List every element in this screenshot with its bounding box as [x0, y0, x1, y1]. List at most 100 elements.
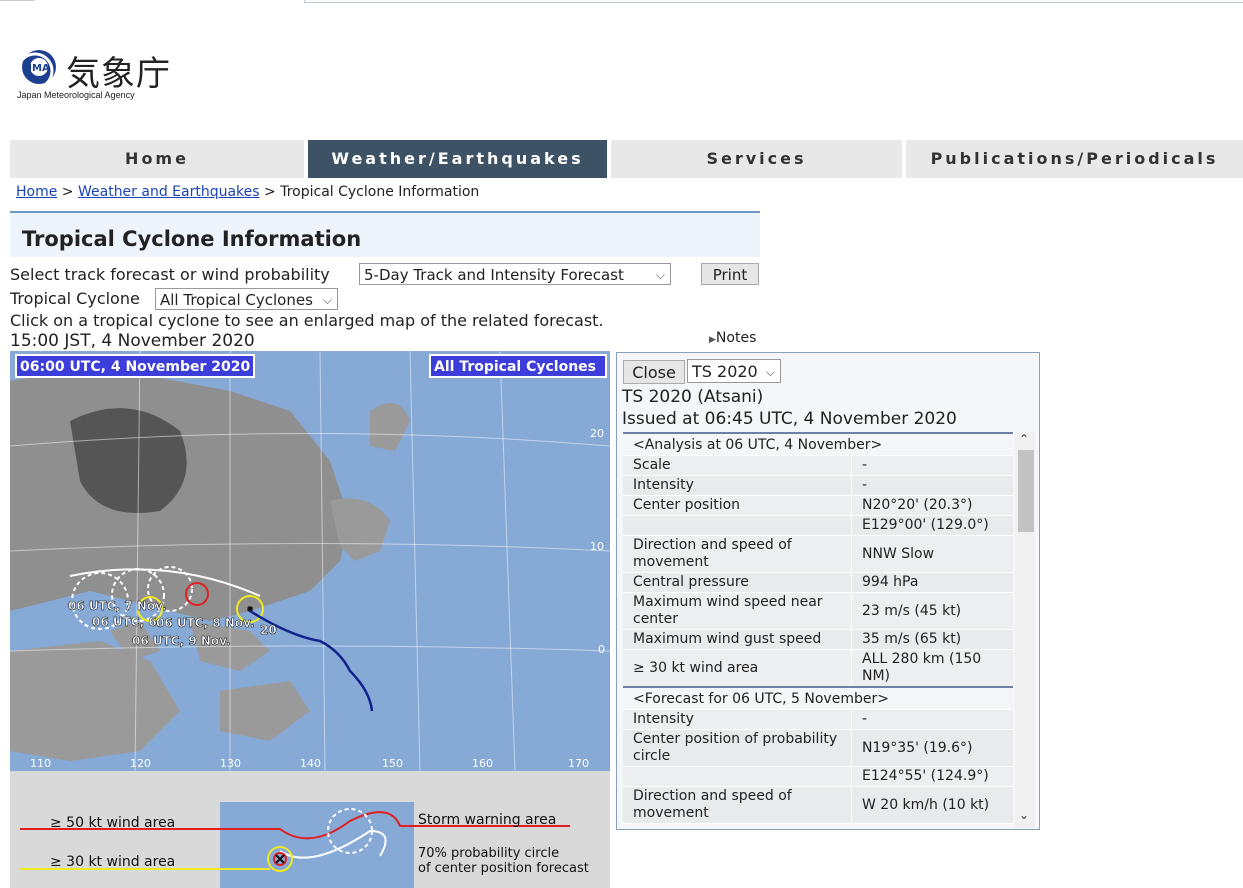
table-row: Direction and speed of movement W 20 km/h…: [623, 786, 1013, 824]
notes-link[interactable]: ▶Notes: [709, 330, 756, 346]
svg-text:JMA: JMA: [27, 63, 50, 74]
cyclone-select-value: All Tropical Cyclones: [160, 291, 313, 309]
row-key: Direction and speed of movement: [623, 535, 852, 573]
lon-label: 120: [130, 757, 151, 770]
breadcrumb-sep: >: [264, 184, 276, 200]
row-key: Center position of probability circle: [623, 729, 852, 767]
table-row: Direction and speed of movement NNW Slow: [623, 535, 1013, 573]
row-value: -: [851, 709, 1013, 730]
panel-scrollbar[interactable]: ⌃ ⌄: [1015, 432, 1035, 828]
lon-label: 140: [300, 757, 321, 770]
breadcrumb-weather-link[interactable]: Weather and Earthquakes: [78, 184, 260, 200]
row-key: Intensity: [623, 475, 852, 496]
table-row: Maximum wind speed near center 23 m/s (45…: [623, 592, 1013, 630]
nav-weather-earthquakes[interactable]: Weather/Earthquakes: [308, 140, 607, 178]
lat-label: 0: [598, 643, 605, 656]
row-key: Central pressure: [623, 572, 852, 593]
row-key: [623, 766, 852, 787]
breadcrumb-home-link[interactable]: Home: [16, 184, 57, 200]
row-key: [623, 515, 852, 536]
logo-kanji: 気象庁: [66, 54, 171, 94]
row-key: ≥ 30 kt wind area: [623, 649, 852, 688]
scroll-down-icon[interactable]: ⌄: [1019, 808, 1029, 822]
legend-prob2: of center position forecast: [418, 861, 589, 876]
ts-select[interactable]: TS 2020 ⌵: [687, 359, 781, 383]
page-title: Tropical Cyclone Information: [22, 227, 362, 251]
cyclone-select[interactable]: All Tropical Cyclones ⌵: [155, 288, 338, 310]
time-jst: 15:00 JST, 4 November 2020: [10, 331, 255, 351]
scroll-thumb[interactable]: [1018, 450, 1034, 532]
row-value: E129°00' (129.0°): [851, 515, 1013, 536]
table-row: Intensity -: [623, 709, 1013, 730]
table-row: ≥ 30 kt wind area ALL 280 km (150 NM): [623, 649, 1013, 688]
track-label: 20: [260, 623, 277, 637]
lat-label: 20: [590, 427, 604, 440]
legend-storm: Storm warning area: [418, 812, 556, 828]
lon-label: 160: [472, 757, 493, 770]
row-key: Direction and speed of movement: [623, 786, 852, 824]
nav-publications[interactable]: Publications/Periodicals: [906, 140, 1243, 178]
lon-label: 110: [30, 757, 51, 770]
forecast-header: <Forecast for 06 UTC, 5 November>: [623, 686, 1013, 710]
row-value: E124°55' (124.9°): [851, 766, 1013, 787]
map-legend: ≥ 50 kt wind area ≥ 30 kt wind area Stor…: [10, 771, 610, 888]
table-row: E124°55' (124.9°): [623, 766, 1013, 787]
table-row: Intensity -: [623, 475, 1013, 496]
forecast-select-label: Select track forecast or wind probabilit…: [10, 265, 330, 284]
chevron-down-icon: ⌵: [765, 365, 775, 379]
lat-label: 10: [590, 540, 604, 553]
table-row: E129°00' (129.0°): [623, 515, 1013, 536]
row-value: N19°35' (19.6°): [851, 729, 1013, 767]
chevron-down-icon: ⌵: [655, 268, 665, 282]
table-row: Center position of probability circle N19…: [623, 729, 1013, 767]
legend-wind30: ≥ 30 kt wind area: [50, 854, 175, 870]
row-value: 23 m/s (45 kt): [851, 592, 1013, 630]
ts-select-value: TS 2020: [692, 362, 758, 381]
logo-english: Japan Meteorological Agency: [17, 90, 135, 100]
legend-prob1: 70% probability circle: [418, 846, 559, 861]
track-label: 06 UTC, 9 Nov.: [132, 634, 231, 648]
analysis-header: <Analysis at 06 UTC, 4 November>: [623, 432, 1013, 456]
table-row: Maximum wind gust speed 35 m/s (65 kt): [623, 629, 1013, 650]
row-value: N20°20' (20.3°): [851, 495, 1013, 516]
print-button[interactable]: Print: [701, 263, 759, 285]
table-row: Center position N20°20' (20.3°): [623, 495, 1013, 516]
forecast-scrollbox[interactable]: <Analysis at 06 UTC, 4 November> Scale - …: [623, 432, 1035, 828]
row-key: Center position: [623, 495, 852, 516]
row-value: NNW Slow: [851, 535, 1013, 573]
cyclone-name: TS 2020 (Atsani): [622, 387, 764, 407]
row-value: -: [851, 455, 1013, 476]
row-value: 994 hPa: [851, 572, 1013, 593]
track-label: 06 UTC, 6: [92, 615, 157, 629]
breadcrumb-current: Tropical Cyclone Information: [280, 184, 480, 200]
map-graphic: 20 10 0 110 120 130 140 150 160 170 06:0…: [10, 351, 610, 771]
caret-right-icon: ▶: [709, 335, 716, 345]
table-row: Central pressure 994 hPa: [623, 572, 1013, 593]
nav-services[interactable]: Services: [611, 140, 902, 178]
row-key: Maximum wind speed near center: [623, 592, 852, 630]
nav-home[interactable]: Home: [10, 140, 304, 178]
breadcrumb: Home > Weather and Earthquakes > Tropica…: [16, 184, 479, 200]
issued-time: Issued at 06:45 UTC, 4 November 2020: [622, 409, 957, 429]
track-label: 06 UTC, 7 Nov.: [68, 599, 167, 613]
close-button[interactable]: Close: [623, 360, 685, 384]
scroll-up-icon[interactable]: ⌃: [1019, 432, 1029, 446]
row-value: ALL 280 km (150 NM): [851, 649, 1013, 688]
row-value: 35 m/s (65 kt): [851, 629, 1013, 650]
forecast-type-value: 5-Day Track and Intensity Forecast: [364, 266, 624, 284]
row-key: Scale: [623, 455, 852, 476]
notes-label: Notes: [715, 330, 757, 346]
forecast-type-select[interactable]: 5-Day Track and Intensity Forecast ⌵: [359, 263, 671, 285]
cyclone-select-label: Tropical Cyclone: [10, 289, 140, 308]
lon-label: 150: [382, 757, 403, 770]
row-value: -: [851, 475, 1013, 496]
lon-label: 130: [220, 757, 241, 770]
top-border: [0, 0, 1243, 3]
map-filter-badge: All Tropical Cyclones: [434, 359, 596, 375]
jma-logo[interactable]: JMA 気象庁 Japan Meteorological Agency: [16, 44, 176, 104]
table-row: Scale -: [623, 455, 1013, 476]
row-value: W 20 km/h (10 kt): [851, 786, 1013, 824]
cyclone-map[interactable]: 20 10 0 110 120 130 140 150 160 170 06:0…: [10, 351, 610, 771]
cyclone-detail-panel: Close TS 2020 ⌵ TS 2020 (Atsani) Issued …: [616, 352, 1040, 830]
legend-graphic: ≥ 50 kt wind area ≥ 30 kt wind area Stor…: [20, 802, 589, 888]
